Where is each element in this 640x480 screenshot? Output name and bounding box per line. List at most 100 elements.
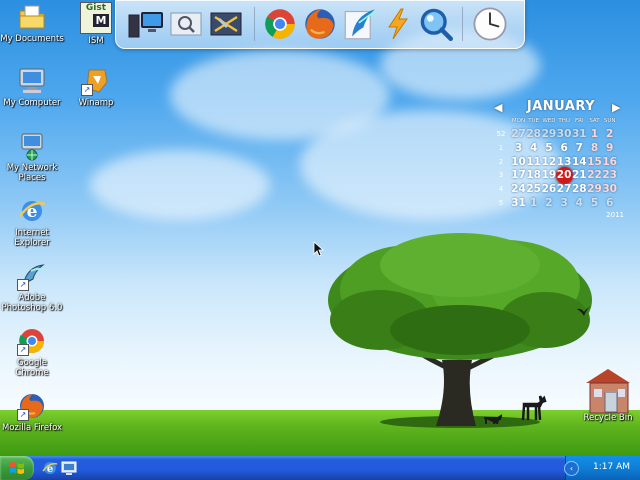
calendar-day[interactable]: 14: [572, 156, 587, 168]
photoshop-icon: ↗: [17, 261, 47, 291]
ism-icon: Gist M: [80, 2, 112, 34]
dock-feather[interactable]: [342, 6, 378, 42]
calendar-day[interactable]: 5: [541, 142, 556, 154]
calendar-day[interactable]: 2: [541, 197, 556, 209]
show-desktop-icon: [61, 461, 77, 475]
calendar-day[interactable]: 12: [541, 156, 557, 168]
calendar-day[interactable]: 1: [526, 197, 541, 209]
calendar-day[interactable]: 9: [602, 142, 617, 154]
internet-explorer-icon: e: [17, 196, 47, 226]
calendar-next-icon[interactable]: ▶: [612, 101, 620, 114]
desktop-icon-mozilla-firefox[interactable]: ↗ Mozilla Firefox: [0, 391, 64, 433]
desktop-icon-google-chrome[interactable]: ↗ Google Chrome: [0, 326, 64, 378]
desktop-icon-network-places[interactable]: My Network Places: [0, 131, 64, 183]
my-computer-icon: [17, 66, 47, 96]
dock-lightning[interactable]: [380, 6, 416, 42]
desktop-icon-winamp[interactable]: ↗ Winamp: [64, 66, 128, 108]
desktop-icon-my-documents[interactable]: My Documents: [0, 2, 64, 44]
calendar-day[interactable]: 27: [557, 183, 572, 195]
dock-chrome[interactable]: [262, 6, 298, 42]
network-places-icon: [17, 131, 47, 161]
dock-firefox[interactable]: [302, 6, 338, 42]
tray-expand-button[interactable]: ‹: [564, 461, 579, 476]
calendar-day[interactable]: 13: [557, 156, 572, 168]
dock-magnifier[interactable]: [418, 6, 454, 42]
calendar-day[interactable]: 28: [526, 128, 541, 140]
calendar-day[interactable]: 31: [572, 128, 587, 140]
calendar-day[interactable]: 26: [541, 183, 557, 195]
deer-silhouette: [521, 395, 547, 421]
calendar-week-number: 3: [498, 171, 504, 180]
chrome-icon: [265, 9, 295, 39]
system-tray: ‹ 1:17 AM: [564, 456, 640, 480]
calendar-day[interactable]: 18: [526, 169, 541, 181]
dock-control-panel[interactable]: [208, 6, 244, 42]
desktop-icon-my-computer[interactable]: My Computer: [0, 66, 64, 108]
calendar-day-of-week: TUE: [528, 118, 540, 124]
calendar-day[interactable]: 25: [526, 183, 541, 195]
firefox-icon: [305, 9, 335, 39]
desktop[interactable]: My Documents Gist M ISM My Computer ↗ Wi…: [0, 0, 640, 456]
dock-my-computer[interactable]: [128, 6, 164, 42]
internet-explorer-icon: e: [42, 462, 58, 475]
desktop-icon-photoshop[interactable]: ↗ Adobe Photoshop 6.0: [0, 261, 64, 313]
calendar-day[interactable]: 29: [541, 128, 557, 140]
calendar-day[interactable]: 29: [587, 183, 602, 195]
calendar-prev-icon[interactable]: ◀: [494, 101, 502, 114]
calendar-day[interactable]: 1: [587, 128, 602, 140]
calendar-month: JANUARY: [526, 99, 596, 114]
calendar-day[interactable]: 22: [587, 169, 602, 181]
calendar-day[interactable]: 4: [526, 142, 541, 154]
dock-clock[interactable]: [472, 6, 508, 42]
desktop-icon-label: My Network Places: [6, 163, 58, 183]
start-button[interactable]: [0, 456, 34, 480]
calendar-day-of-week: FRI: [574, 118, 584, 124]
mouse-cursor: [313, 241, 325, 257]
desktop-icon-internet-explorer[interactable]: e Internet Explorer: [0, 196, 64, 248]
calendar-day[interactable]: 24: [511, 183, 526, 195]
calendar-day[interactable]: 3: [557, 197, 572, 209]
shortcut-arrow-icon: ↗: [17, 344, 29, 356]
dock-search-files[interactable]: [168, 6, 204, 42]
calendar-day[interactable]: 11: [526, 156, 541, 168]
calendar-day[interactable]: 21: [572, 169, 587, 181]
desktop-icon-label: Mozilla Firefox: [1, 423, 63, 433]
feather-icon: [344, 9, 376, 40]
calendar-day[interactable]: 17: [511, 169, 526, 181]
calendar-day[interactable]: 5: [587, 197, 602, 209]
calendar-day[interactable]: 6: [602, 197, 617, 209]
desktop-icon-label: My Computer: [3, 98, 61, 108]
calendar-day[interactable]: 23: [602, 169, 617, 181]
ism-icon-text-bottom: M: [93, 14, 109, 27]
desktop-icon-label: Internet Explorer: [14, 228, 50, 248]
desktop-icon-recycle-bin[interactable]: Recycle Bin: [576, 365, 640, 423]
windows-logo-icon: [10, 462, 24, 474]
calendar-day[interactable]: 6: [557, 142, 572, 154]
calendar-day[interactable]: 7: [572, 142, 587, 154]
dock-separator: [254, 7, 255, 41]
winamp-icon: ↗: [81, 66, 111, 96]
calendar-day[interactable]: 30: [557, 128, 572, 140]
calendar-day[interactable]: 31: [511, 197, 526, 209]
calendar-day[interactable]: 3: [511, 142, 526, 154]
calendar-day[interactable]: 10: [511, 156, 526, 168]
calendar-day[interactable]: 15: [587, 156, 602, 168]
shortcut-arrow-icon: ↗: [81, 84, 93, 96]
quick-launch-show-desktop[interactable]: [61, 460, 77, 476]
calendar-day[interactable]: 19: [541, 169, 557, 181]
calendar-year: 2011: [606, 211, 624, 219]
desktop-icon-label: My Documents: [0, 34, 64, 44]
search-files-icon: [170, 12, 202, 36]
calendar-day[interactable]: 20: [557, 169, 572, 181]
quick-launch-ie[interactable]: e: [42, 460, 58, 476]
calendar-day[interactable]: 4: [572, 197, 587, 209]
calendar-day[interactable]: 28: [572, 183, 587, 195]
taskbar-clock[interactable]: 1:17 AM: [593, 462, 630, 472]
calendar-day[interactable]: 16: [602, 156, 617, 168]
calendar-day[interactable]: 27: [511, 128, 526, 140]
calendar-day[interactable]: 8: [587, 142, 602, 154]
calendar-week-number: 5: [498, 199, 504, 207]
chrome-icon: ↗: [17, 326, 47, 356]
calendar-day[interactable]: 30: [602, 183, 617, 195]
calendar-day[interactable]: 2: [602, 128, 617, 140]
